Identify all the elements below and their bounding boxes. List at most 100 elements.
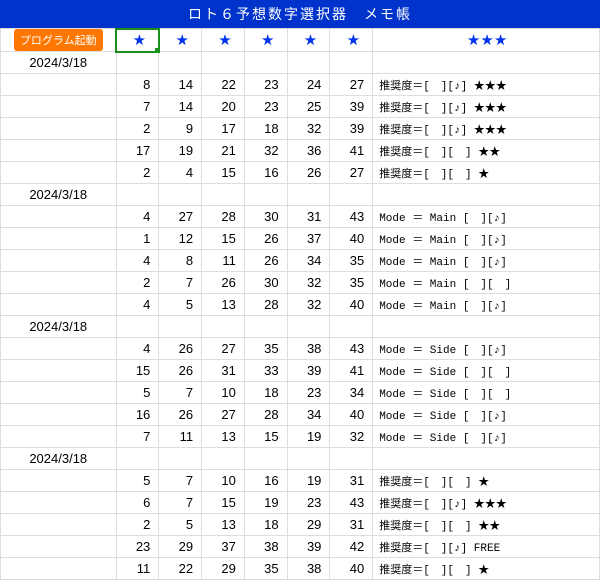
empty-cell[interactable] <box>202 448 245 470</box>
num-cell[interactable]: 35 <box>244 338 287 360</box>
num-cell[interactable]: 1 <box>116 228 159 250</box>
num-cell[interactable]: 26 <box>159 404 202 426</box>
num-cell[interactable]: 33 <box>244 360 287 382</box>
empty-cell[interactable] <box>159 184 202 206</box>
num-cell[interactable]: 7 <box>116 426 159 448</box>
empty-cell[interactable] <box>244 316 287 338</box>
empty-cell[interactable] <box>116 448 159 470</box>
num-cell[interactable]: 34 <box>287 250 330 272</box>
num-cell[interactable]: 31 <box>287 206 330 228</box>
num-cell[interactable]: 17 <box>202 118 245 140</box>
num-cell[interactable]: 12 <box>159 228 202 250</box>
num-cell[interactable]: 23 <box>116 536 159 558</box>
note-cell[interactable]: 推奨度＝[ ][♪] FREE <box>373 536 600 558</box>
note-cell[interactable]: Mode ＝ Main [ ][♪] <box>373 206 600 228</box>
num-cell[interactable]: 10 <box>202 382 245 404</box>
num-cell[interactable]: 26 <box>244 250 287 272</box>
empty-cell[interactable] <box>330 184 373 206</box>
num-cell[interactable]: 10 <box>202 470 245 492</box>
num-cell[interactable]: 35 <box>330 272 373 294</box>
num-cell[interactable]: 14 <box>159 74 202 96</box>
note-cell[interactable]: 推奨度＝[ ][♪] ★★★ <box>373 96 600 118</box>
num-cell[interactable]: 38 <box>287 338 330 360</box>
num-cell[interactable]: 7 <box>159 492 202 514</box>
num-cell[interactable]: 11 <box>116 558 159 580</box>
header-star-2[interactable]: ★ <box>159 29 202 52</box>
num-cell[interactable]: 43 <box>330 206 373 228</box>
header-star-1[interactable]: ★ <box>116 29 159 52</box>
num-cell[interactable]: 4 <box>116 206 159 228</box>
num-cell[interactable]: 19 <box>287 426 330 448</box>
num-cell[interactable]: 4 <box>116 294 159 316</box>
launch-button[interactable]: プログラム起動 <box>14 29 103 51</box>
num-cell[interactable]: 40 <box>330 404 373 426</box>
note-cell[interactable]: Mode ＝ Side [ ][♪] <box>373 338 600 360</box>
num-cell[interactable]: 24 <box>287 74 330 96</box>
num-cell[interactable]: 31 <box>202 360 245 382</box>
num-cell[interactable]: 32 <box>330 426 373 448</box>
note-cell[interactable]: Mode ＝ Main [ ][ ] <box>373 272 600 294</box>
num-cell[interactable]: 37 <box>202 536 245 558</box>
empty-cell[interactable] <box>116 184 159 206</box>
empty-cell[interactable] <box>373 448 600 470</box>
empty-cell[interactable] <box>202 52 245 74</box>
empty-cell[interactable] <box>116 52 159 74</box>
empty-cell[interactable] <box>330 52 373 74</box>
num-cell[interactable]: 32 <box>287 294 330 316</box>
num-cell[interactable]: 15 <box>202 162 245 184</box>
num-cell[interactable]: 28 <box>244 294 287 316</box>
num-cell[interactable]: 8 <box>159 250 202 272</box>
num-cell[interactable]: 19 <box>287 470 330 492</box>
num-cell[interactable]: 13 <box>202 514 245 536</box>
num-cell[interactable]: 7 <box>159 470 202 492</box>
num-cell[interactable]: 27 <box>330 74 373 96</box>
num-cell[interactable]: 19 <box>244 492 287 514</box>
note-cell[interactable]: 推奨度＝[ ][♪] ★★★ <box>373 74 600 96</box>
num-cell[interactable]: 32 <box>287 272 330 294</box>
empty-cell[interactable] <box>244 52 287 74</box>
num-cell[interactable]: 30 <box>244 206 287 228</box>
num-cell[interactable]: 7 <box>159 382 202 404</box>
header-star-triple[interactable]: ★★★ <box>373 29 600 52</box>
empty-cell[interactable] <box>287 184 330 206</box>
num-cell[interactable]: 15 <box>244 426 287 448</box>
num-cell[interactable]: 5 <box>159 294 202 316</box>
num-cell[interactable]: 15 <box>116 360 159 382</box>
num-cell[interactable]: 2 <box>116 514 159 536</box>
num-cell[interactable]: 40 <box>330 228 373 250</box>
note-cell[interactable]: 推奨度＝[ ][♪] ★★★ <box>373 492 600 514</box>
num-cell[interactable]: 5 <box>116 470 159 492</box>
num-cell[interactable]: 26 <box>287 162 330 184</box>
note-cell[interactable]: Mode ＝ Side [ ][♪] <box>373 426 600 448</box>
empty-cell[interactable] <box>330 316 373 338</box>
num-cell[interactable]: 27 <box>330 162 373 184</box>
num-cell[interactable]: 23 <box>244 74 287 96</box>
num-cell[interactable]: 16 <box>244 162 287 184</box>
num-cell[interactable]: 19 <box>159 140 202 162</box>
header-star-3[interactable]: ★ <box>202 29 245 52</box>
note-cell[interactable]: Mode ＝ Side [ ][♪] <box>373 404 600 426</box>
empty-cell[interactable] <box>373 316 600 338</box>
num-cell[interactable]: 35 <box>244 558 287 580</box>
num-cell[interactable]: 15 <box>202 492 245 514</box>
num-cell[interactable]: 7 <box>159 272 202 294</box>
num-cell[interactable]: 8 <box>116 74 159 96</box>
empty-cell[interactable] <box>202 184 245 206</box>
num-cell[interactable]: 40 <box>330 558 373 580</box>
num-cell[interactable]: 5 <box>116 382 159 404</box>
num-cell[interactable]: 32 <box>244 140 287 162</box>
num-cell[interactable]: 25 <box>287 96 330 118</box>
empty-cell[interactable] <box>159 52 202 74</box>
num-cell[interactable]: 43 <box>330 492 373 514</box>
num-cell[interactable]: 20 <box>202 96 245 118</box>
empty-cell[interactable] <box>202 316 245 338</box>
num-cell[interactable]: 23 <box>244 96 287 118</box>
num-cell[interactable]: 39 <box>287 360 330 382</box>
num-cell[interactable]: 11 <box>159 426 202 448</box>
num-cell[interactable]: 29 <box>159 536 202 558</box>
empty-cell[interactable] <box>287 52 330 74</box>
num-cell[interactable]: 23 <box>287 382 330 404</box>
note-cell[interactable]: 推奨度＝[ ][ ] ★★ <box>373 514 600 536</box>
num-cell[interactable]: 27 <box>202 338 245 360</box>
empty-cell[interactable] <box>244 184 287 206</box>
